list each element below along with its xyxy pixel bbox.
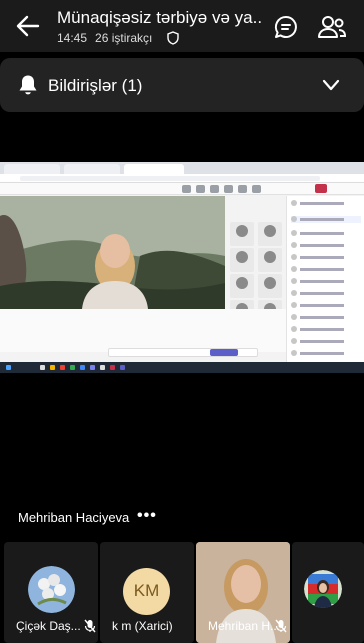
participant-name: Mehriban H... bbox=[208, 619, 281, 633]
bell-icon bbox=[19, 75, 37, 95]
browser-tab bbox=[124, 164, 184, 174]
avatar: KM bbox=[123, 568, 170, 615]
participant-tile[interactable]: Çiçək Daş... bbox=[4, 542, 98, 643]
mic-off-icon bbox=[275, 619, 287, 633]
avatar-initials: KM bbox=[133, 581, 160, 600]
browser-address-bar bbox=[0, 174, 364, 183]
notifications-label: Bildirişlər (1) bbox=[48, 76, 143, 95]
meeting-header: Münaqişəsiz tərbiyə və ya... 14:45 26 işt… bbox=[0, 0, 364, 52]
active-speaker-name: Mehriban Haciyeva bbox=[18, 510, 130, 525]
shared-video-stage bbox=[0, 196, 225, 309]
notifications-bar[interactable]: Bildirişlər (1) bbox=[0, 58, 364, 112]
shared-stop-sharing-button bbox=[210, 349, 238, 356]
shared-participants-panel bbox=[286, 196, 364, 366]
participant-tile[interactable] bbox=[292, 542, 364, 643]
browser-tab bbox=[4, 164, 60, 174]
participant-name: Çiçək Daş... bbox=[16, 619, 81, 633]
back-arrow-icon[interactable] bbox=[14, 12, 42, 40]
participant-thumbnails: Çiçək Daş... KM k m (Xarici) Mehriban H.… bbox=[0, 542, 364, 643]
shared-stage-footer bbox=[0, 309, 286, 352]
shared-windows-taskbar bbox=[0, 362, 364, 373]
meeting-title: Münaqişəsiz tərbiyə və ya... bbox=[57, 8, 262, 27]
participant-tile[interactable]: Mehriban H... bbox=[196, 542, 290, 643]
browser-tab bbox=[64, 164, 120, 174]
shared-leave-button bbox=[315, 184, 327, 193]
more-options-icon[interactable]: ••• bbox=[137, 507, 157, 525]
shared-video-feed bbox=[0, 196, 225, 309]
participant-tile[interactable]: KM k m (Xarici) bbox=[100, 542, 194, 643]
meeting-subtitle: 14:45 26 iştirakçı bbox=[57, 31, 160, 45]
chat-icon[interactable] bbox=[273, 14, 299, 40]
shield-icon bbox=[167, 31, 179, 45]
meeting-screen: Münaqişəsiz tərbiyə və ya... 14:45 26 işt… bbox=[0, 0, 364, 643]
shared-screen bbox=[0, 162, 364, 373]
browser-tab-strip bbox=[0, 162, 364, 174]
chevron-down-icon[interactable] bbox=[322, 78, 340, 92]
shared-toolbar-buttons bbox=[182, 185, 282, 193]
participant-name: k m (Xarici) bbox=[112, 619, 173, 633]
avatar bbox=[28, 566, 75, 613]
mic-off-icon bbox=[84, 619, 96, 633]
avatar bbox=[304, 570, 342, 608]
participants-icon[interactable] bbox=[318, 14, 346, 40]
meeting-time: 14:45 bbox=[57, 31, 88, 45]
participant-count: 26 iştirakçı bbox=[95, 31, 153, 45]
